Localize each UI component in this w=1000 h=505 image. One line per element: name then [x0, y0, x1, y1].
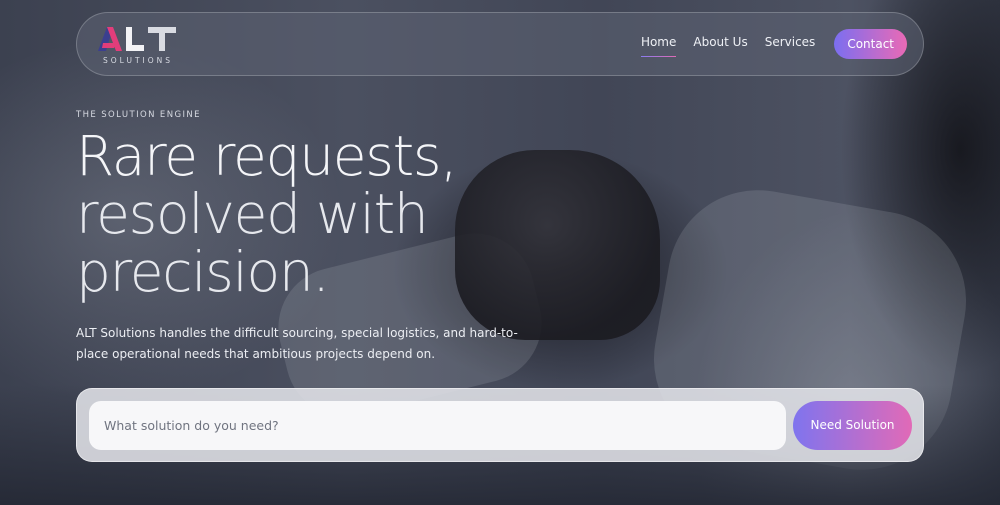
nav-item-about-us[interactable]: About Us	[693, 35, 747, 53]
hero-headline: Rare requests, resolved with precision.	[76, 127, 596, 301]
top-navbar: SOLUTIONS Home About Us Services Contact	[76, 12, 924, 76]
logo-mark-icon	[96, 23, 180, 53]
brand-logo[interactable]: SOLUTIONS	[95, 23, 181, 65]
hero-eyebrow: THE SOLUTION ENGINE	[76, 110, 201, 120]
solution-search-bar: Need Solution	[76, 388, 924, 462]
logo-subtitle: SOLUTIONS	[102, 56, 174, 65]
hero-description: ALT Solutions handles the difficult sour…	[76, 326, 518, 361]
contact-button[interactable]: Contact	[834, 29, 907, 59]
nav-links: Home About Us Services Contact	[640, 29, 907, 59]
need-solution-button[interactable]: Need Solution	[793, 400, 912, 450]
headline-line-2: resolved with	[76, 182, 429, 246]
solution-search-input[interactable]	[89, 400, 786, 450]
nav-item-home[interactable]: Home	[640, 35, 677, 57]
headline-line-3: precision.	[76, 240, 330, 304]
nav-item-services[interactable]: Services	[765, 35, 816, 53]
headline-line-1: Rare requests,	[76, 124, 458, 188]
